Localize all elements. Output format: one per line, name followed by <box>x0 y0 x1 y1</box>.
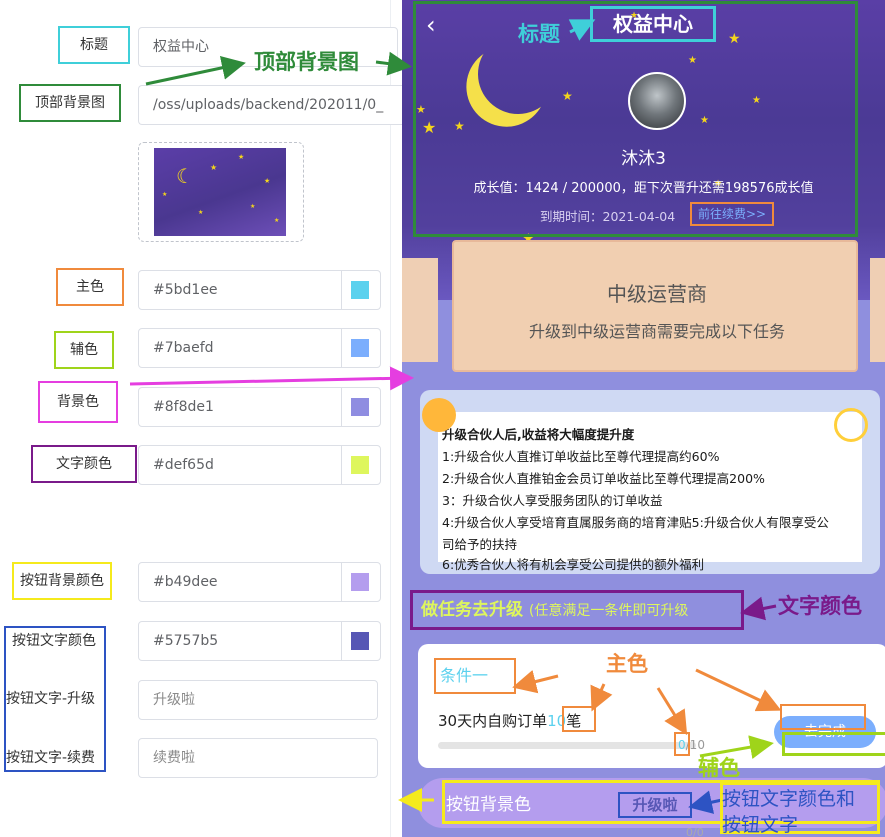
progress-bar <box>438 742 696 749</box>
text-color-picker[interactable] <box>341 445 381 485</box>
primary-swatch <box>351 281 369 299</box>
bg-image-url-input[interactable]: /oss/uploads/backend/202011/0_ <box>138 85 402 125</box>
progress-highlight-frame <box>674 732 690 756</box>
text-swatch <box>351 456 369 474</box>
notice-line: 升级合伙人后,收益将大幅度提升度 <box>442 427 635 442</box>
task-heading-title: 做任务去升级 <box>421 600 523 620</box>
task-section-heading: 做任务去升级 (任意满足一条件即可升级 <box>410 590 744 630</box>
button-text-swatch <box>351 632 369 650</box>
notice-board: 升级合伙人后,收益将大幅度提升度 1:升级合伙人直推订单收益比至尊代理提高约60… <box>420 390 880 574</box>
secondary-color-picker[interactable] <box>341 328 381 368</box>
mobile-preview: ★ ★ ★ ★ ★ ★ ★ ★ ★ ★ ★ ‹ 权益中心 沐沐3 成长值：142… <box>402 0 885 837</box>
text-color-label: 文字颜色 <box>31 445 137 483</box>
level-description: 升级到中级运营商需要完成以下任务 <box>528 322 785 341</box>
button-bg-color-picker[interactable] <box>341 562 381 602</box>
level-card[interactable]: 中级运营商 升级到中级运营商需要完成以下任务 <box>452 240 858 372</box>
secondary-highlight-frame <box>782 732 885 756</box>
background-color-label: 背景色 <box>38 381 118 423</box>
upgrade-bar-label: 按钮背景色 <box>446 795 531 815</box>
annotation-secondary: 辅色 <box>698 756 740 780</box>
primary-highlight-frame <box>780 704 866 730</box>
button-text-renew-label: 按钮文字-续费 <box>6 750 96 766</box>
condition-label: 条件一 <box>434 658 516 694</box>
task-card: 条件一 30天内自购订单10笔 0/10 去完成 <box>418 644 885 768</box>
button-bg-swatch <box>351 573 369 591</box>
notice-line: 3：升级合伙人享受服务团队的订单收益 <box>442 493 663 508</box>
button-text-color-picker[interactable] <box>341 621 381 661</box>
hero-annotation-frame <box>413 1 858 237</box>
task-description: 30天内自购订单10笔 <box>438 710 581 731</box>
annotation-bg-image: 顶部背景图 <box>254 50 359 74</box>
notice-line: 2:升级合伙人直推铂金会员订单收益比至尊代理提高200% <box>442 471 765 486</box>
sun-icon <box>834 408 868 442</box>
notice-line: 4:升级合伙人享受培育直属服务商的培育津贴5:升级合伙人有限享受公 <box>442 515 829 530</box>
bg-image-thumbnail: ☾ ★ ★ ★ ★ ★ ★ ★ <box>154 148 286 236</box>
background-color-picker[interactable] <box>341 387 381 427</box>
task-desc-prefix: 30天内自购订单 <box>438 712 548 730</box>
bottom-progress-fragment: 0/0 <box>686 826 704 837</box>
button-bg-color-label: 按钮背景颜色 <box>12 562 112 600</box>
annotation-button-text-line2: 按钮文字 <box>722 814 799 836</box>
notice-content: 升级合伙人后,收益将大幅度提升度 1:升级合伙人直推订单收益比至尊代理提高约60… <box>438 412 862 572</box>
level-card-next <box>870 258 885 362</box>
primary-color-label: 主色 <box>56 268 124 306</box>
moon-icon: ☾ <box>176 164 194 188</box>
sun-face-icon <box>422 398 456 432</box>
secondary-swatch <box>351 339 369 357</box>
annotation-text-color: 文字颜色 <box>778 594 862 618</box>
text-color-input[interactable]: #def65d <box>138 445 342 485</box>
task-heading-subtitle: (任意满足一条件即可升级 <box>528 603 689 619</box>
level-name: 中级运营商 <box>607 282 707 306</box>
button-text-color-label: 按钮文字颜色 <box>12 633 96 649</box>
bg-image-uploader[interactable]: ☾ ★ ★ ★ ★ ★ ★ ★ <box>138 142 304 242</box>
background-color-input[interactable]: #8f8de1 <box>138 387 342 427</box>
panel-divider <box>390 0 391 837</box>
background-swatch <box>351 398 369 416</box>
button-text-renew-input[interactable]: 续费啦 <box>138 738 378 778</box>
primary-color-input[interactable]: #5bd1ee <box>138 270 342 310</box>
secondary-color-label: 辅色 <box>54 331 114 369</box>
page: 标题 权益中心 顶部背景图 /oss/uploads/backend/20201… <box>0 0 885 837</box>
secondary-color-input[interactable]: #7baefd <box>138 328 342 368</box>
notice-line: 司给予的扶持 <box>442 537 518 552</box>
button-text-upgrade-label: 按钮文字-升级 <box>6 691 96 707</box>
bg-image-field-label: 顶部背景图 <box>19 84 121 122</box>
count-highlight-frame <box>562 706 596 732</box>
title-field-label: 标题 <box>58 26 130 64</box>
notice-line: 6:优秀合伙人将有机会享受公司提供的额外福利 <box>442 557 705 572</box>
annotation-primary: 主色 <box>606 652 648 676</box>
theme-editor-panel: 标题 权益中心 顶部背景图 /oss/uploads/backend/20201… <box>0 0 402 837</box>
button-bg-color-input[interactable]: #b49dee <box>138 562 342 602</box>
button-text-color-input[interactable]: #5757b5 <box>138 621 342 661</box>
notice-line: 1:升级合伙人直推订单收益比至尊代理提高约60% <box>442 449 720 464</box>
level-card-prev <box>402 258 438 362</box>
button-text-upgrade-input[interactable]: 升级啦 <box>138 680 378 720</box>
annotation-title: 标题 <box>518 22 560 46</box>
primary-color-picker[interactable] <box>341 270 381 310</box>
upgrade-button[interactable]: 升级啦 <box>618 792 692 818</box>
annotation-button-text-line1: 按钮文字颜色和 <box>722 788 856 810</box>
